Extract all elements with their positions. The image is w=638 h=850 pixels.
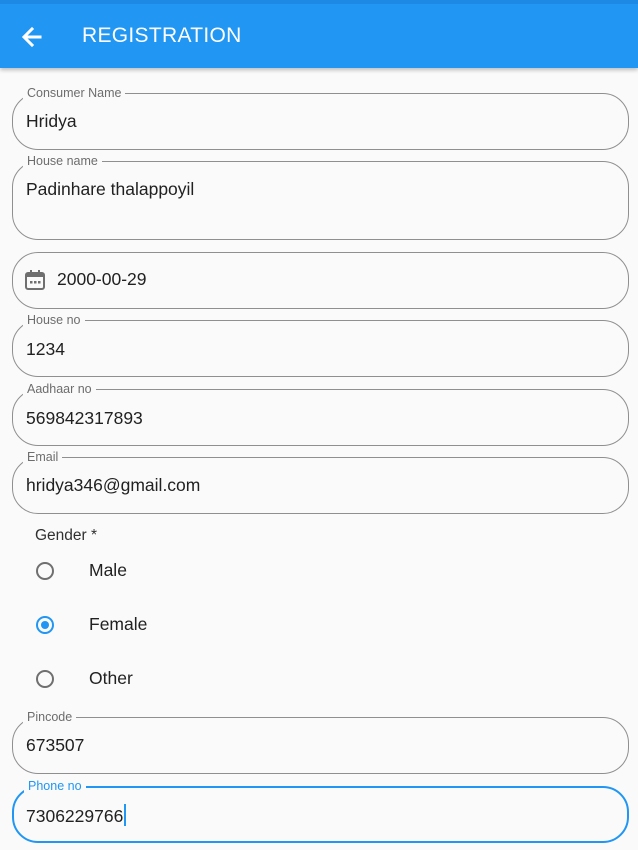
aadhaar-no-label: Aadhaar no xyxy=(23,381,96,397)
gender-label: Gender * xyxy=(35,527,98,544)
house-no-field[interactable]: House no 1234 xyxy=(12,312,629,377)
radio-button[interactable] xyxy=(36,670,54,688)
gender-option-other[interactable]: Other xyxy=(36,664,336,698)
house-name-value: Padinhare thalappoyil xyxy=(26,179,195,199)
aadhaar-no-value: 569842317893 xyxy=(26,408,143,428)
gender-option-female[interactable]: Female xyxy=(36,610,336,644)
gender-option-label: Female xyxy=(89,614,148,634)
date-field[interactable]: 2000-00-29 xyxy=(12,252,629,309)
phone-no-value: 7306229766 xyxy=(26,806,124,826)
email-field[interactable]: Email hridya346@gmail.com xyxy=(12,449,629,514)
radio-button[interactable] xyxy=(36,616,54,634)
aadhaar-no-field[interactable]: Aadhaar no 569842317893 xyxy=(12,381,629,446)
pincode-label: Pincode xyxy=(23,709,77,725)
pincode-value: 673507 xyxy=(26,735,85,755)
text-cursor xyxy=(124,804,127,826)
gender-option-male[interactable]: Male xyxy=(36,556,336,590)
house-name-label: House name xyxy=(23,153,102,169)
email-label: Email xyxy=(23,449,63,465)
phone-no-label: Phone no xyxy=(24,778,86,794)
back-button[interactable] xyxy=(18,24,48,50)
app-bar: REGISTRATION xyxy=(0,0,638,68)
email-value: hridya346@gmail.com xyxy=(26,475,201,495)
house-no-label: House no xyxy=(23,312,85,328)
phone-no-field[interactable]: Phone no 7306229766 xyxy=(12,778,629,843)
status-strip xyxy=(0,0,638,4)
arrow-back-icon xyxy=(21,26,42,48)
date-value: 2000-00-29 xyxy=(57,269,147,289)
gender-option-label: Other xyxy=(89,668,133,688)
page-title: REGISTRATION xyxy=(82,24,242,47)
calendar-icon xyxy=(25,270,45,290)
consumer-name-label: Consumer Name xyxy=(23,85,126,101)
consumer-name-field[interactable]: Consumer Name Hridya xyxy=(12,85,629,150)
consumer-name-value: Hridya xyxy=(26,111,77,131)
radio-button[interactable] xyxy=(36,562,54,580)
pincode-field[interactable]: Pincode 673507 xyxy=(12,709,629,774)
house-no-value: 1234 xyxy=(26,339,65,359)
gender-option-label: Male xyxy=(89,560,127,580)
house-name-field[interactable]: House name Padinhare thalappoyil xyxy=(12,153,629,240)
